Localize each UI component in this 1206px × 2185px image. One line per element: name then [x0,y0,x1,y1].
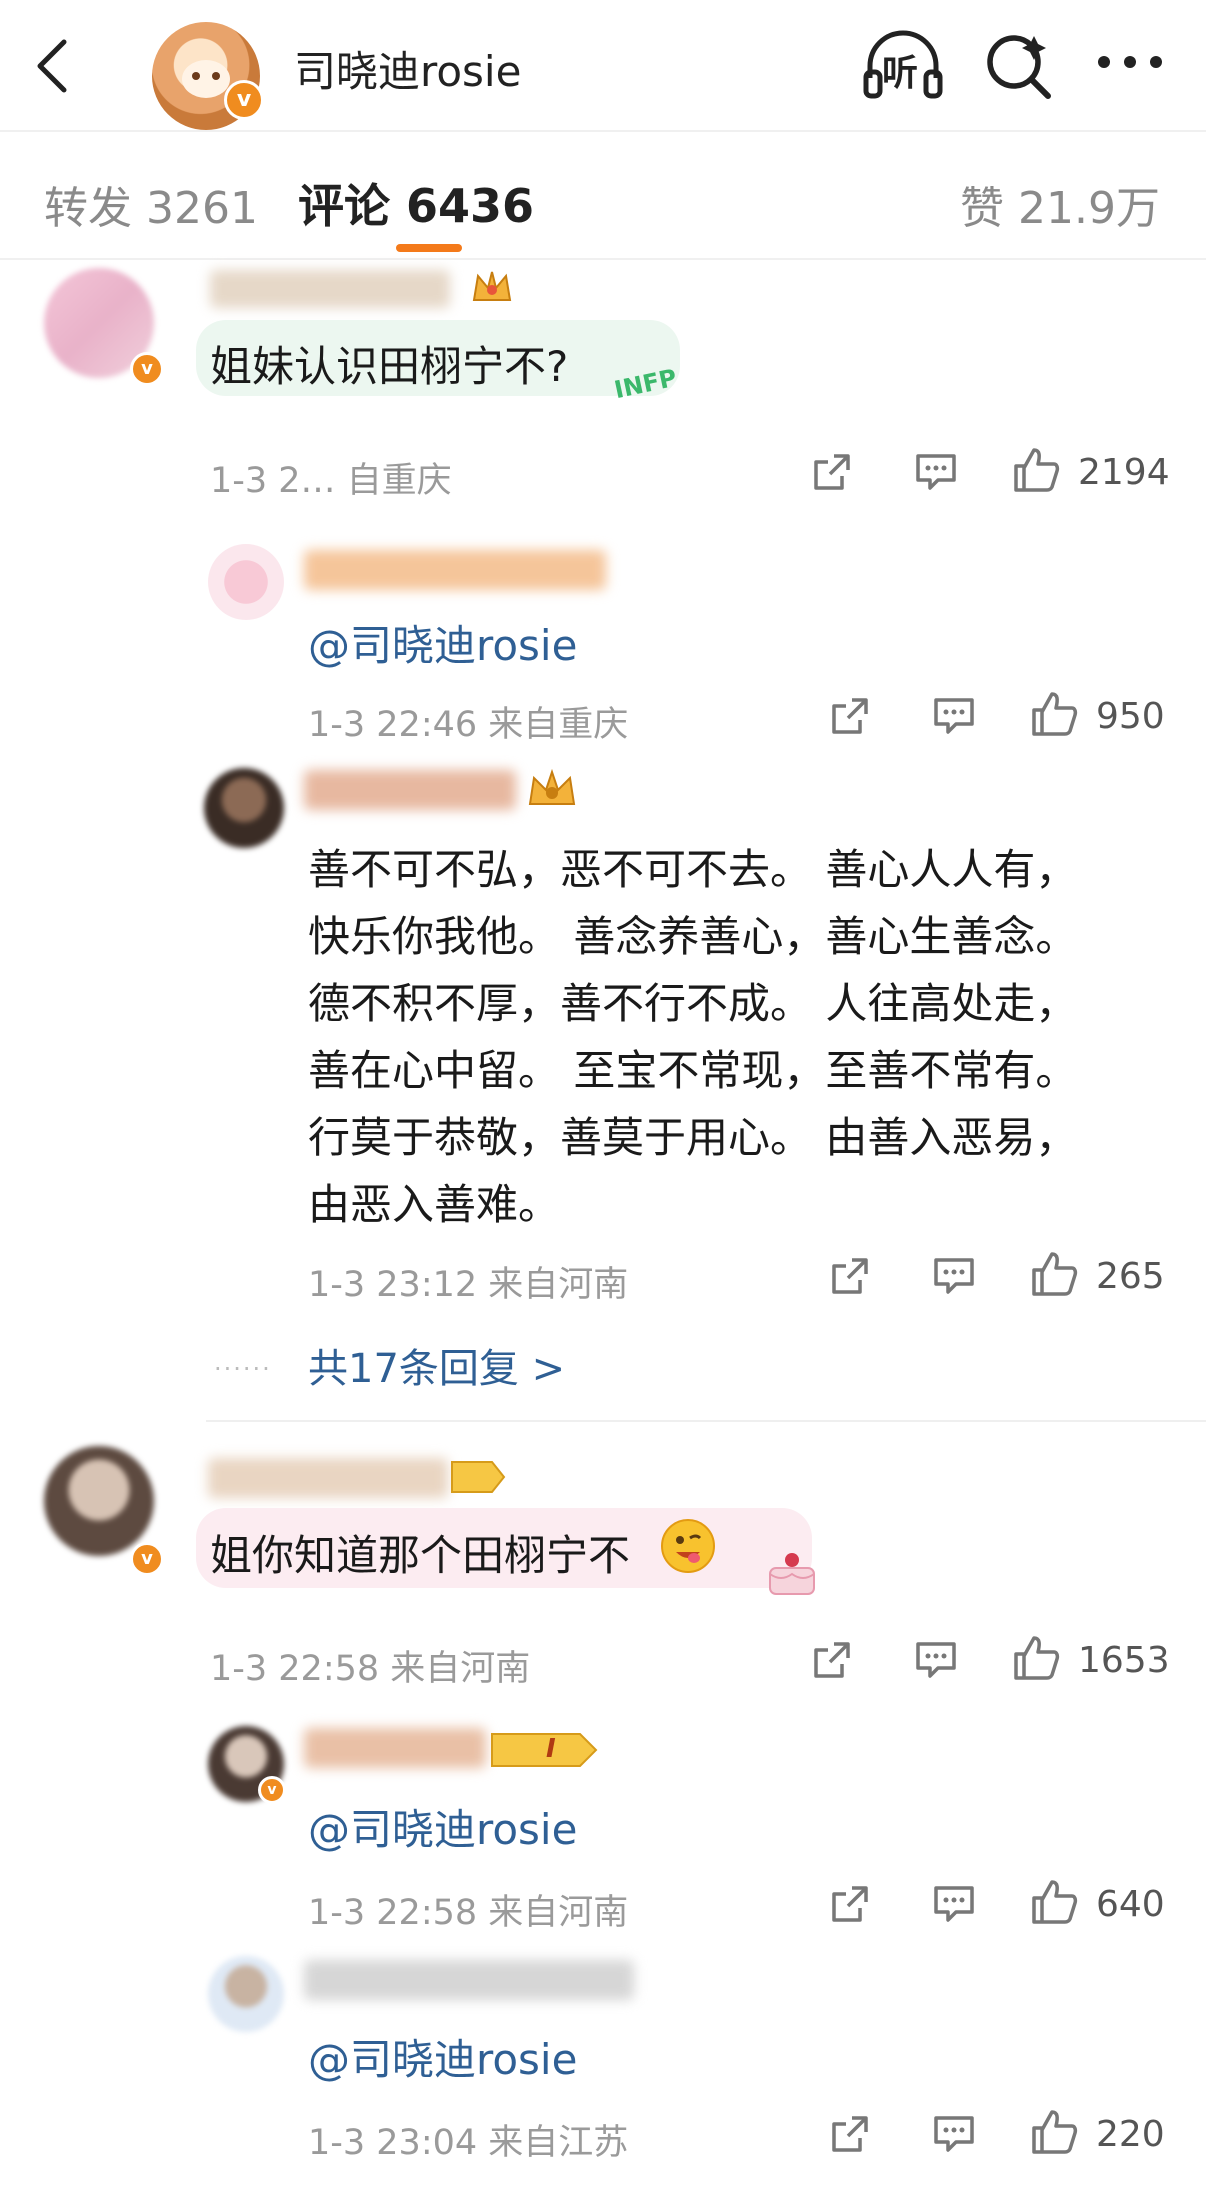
listen-label[interactable]: 听 [882,44,918,96]
active-tab-indicator [396,244,462,252]
tab-comments[interactable]: 评论 6436 [298,170,534,236]
username-blurred[interactable] [304,1960,634,2000]
comment-icon[interactable] [932,696,976,736]
comment-icon[interactable] [932,1256,976,1296]
back-arrow-icon[interactable] [30,36,74,96]
share-icon[interactable] [810,450,854,494]
dots-decoration: ······ [214,1355,272,1383]
share-icon[interactable] [828,1254,872,1298]
like-count: 2194 [1078,452,1170,493]
level-badge-label: I [546,1734,556,1764]
like-icon[interactable] [1030,2108,1078,2156]
verified-badge-icon: v [258,1776,286,1804]
like-count: 1653 [1078,1640,1170,1681]
avatar[interactable] [44,1446,154,1556]
reply-meta: 1-3 22:58 来自河南 [308,1893,629,1933]
verified-badge-icon: v [130,352,164,386]
tab-likes[interactable]: 赞 21.9万 [960,172,1160,236]
share-icon[interactable] [828,1882,872,1926]
like-icon[interactable] [1030,1250,1078,1298]
username-blurred[interactable] [208,1458,448,1498]
reply-meta: 1-3 22:46 来自重庆 [308,705,629,745]
like-count: 220 [1096,2114,1165,2155]
reply-meta: 1-3 23:12 来自河南 [308,1265,629,1305]
comment-meta: 1-3 2… 自重庆 [210,461,452,501]
comment-icon[interactable] [914,452,958,492]
comment-divider [206,1420,1206,1422]
mention-link[interactable]: @司晓迪rosie [308,2026,577,2087]
mention-link[interactable]: @司晓迪rosie [308,612,577,673]
header-divider [0,130,1206,132]
avatar[interactable] [204,768,284,848]
reply-meta: 1-3 23:04 来自江苏 [308,2123,629,2163]
mention-link[interactable]: @司晓迪rosie [308,1796,577,1857]
cake-decoration-icon [760,1540,824,1604]
like-icon[interactable] [1012,1634,1060,1682]
search-icon[interactable] [982,30,1054,102]
like-count: 950 [1096,696,1165,737]
like-icon[interactable] [1012,446,1060,494]
verified-badge-icon: v [224,80,264,120]
comment-icon[interactable] [932,2114,976,2154]
view-more-replies-link[interactable]: 共17条回复 > [308,1336,565,1394]
share-icon[interactable] [828,694,872,738]
like-count: 640 [1096,1884,1165,1925]
username-blurred[interactable] [304,550,606,590]
page-title: 司晓迪rosie [294,47,522,96]
comment-text: 姐妹认识田栩宁不? [210,342,569,391]
reply-text: 善不可不弘，恶不可不去。 善心人人有， 快乐你我他。 善念养善心，善心生善念。 … [308,845,1078,1229]
username-blurred[interactable] [210,270,450,308]
like-count: 265 [1096,1256,1165,1297]
like-icon[interactable] [1030,690,1078,738]
tab-reposts[interactable]: 转发 3261 [44,172,258,236]
comment-icon[interactable] [932,1884,976,1924]
crown-badge-icon [470,266,514,306]
avatar[interactable] [208,544,284,620]
comment-meta: 1-3 22:58 来自河南 [210,1649,531,1689]
verified-badge-icon: v [130,1542,164,1576]
level-badge-icon [490,1730,600,1770]
share-icon[interactable] [828,2112,872,2156]
username-blurred[interactable] [304,770,516,810]
tabs-divider [0,258,1206,260]
level-badge-icon [450,1458,506,1496]
avatar[interactable] [208,1956,284,2032]
like-icon[interactable] [1030,1878,1078,1926]
comment-icon[interactable] [914,1640,958,1680]
comment-text: 姐你知道那个田栩宁不 [210,1531,631,1580]
top-bar: v 司晓迪rosie 听 [0,0,1206,130]
emoji-icon [660,1518,716,1574]
more-options-icon[interactable] [1094,52,1166,72]
share-icon[interactable] [810,1638,854,1682]
crown-badge-icon [524,766,580,810]
username-blurred[interactable] [304,1728,486,1768]
